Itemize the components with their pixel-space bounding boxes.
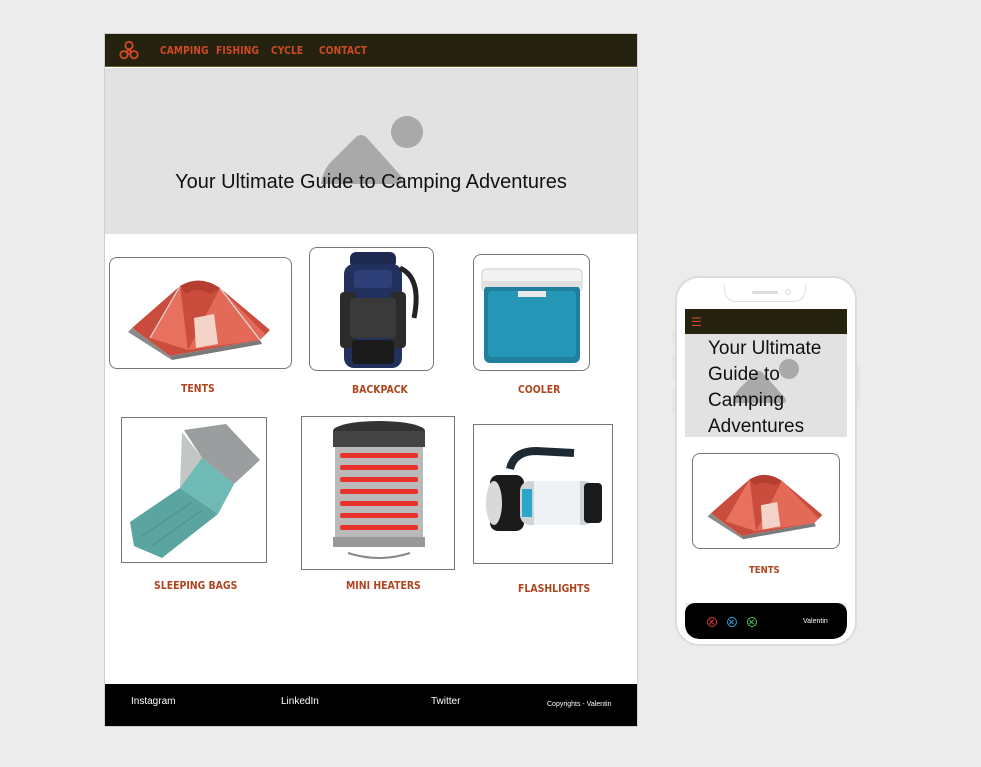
product-image-frame — [309, 247, 434, 371]
backpack-image-icon — [340, 252, 419, 368]
mobile-product-label: TENTS — [749, 565, 780, 576]
product-label: SLEEPING BAGS — [154, 579, 238, 592]
product-label: FLASHLIGHTS — [518, 582, 591, 595]
flashlight-image-icon — [486, 446, 602, 531]
nav-link-camping[interactable]: CAMPING — [160, 44, 209, 57]
product-label: BACKPACK — [352, 383, 408, 396]
sleeping-bag-image-icon — [130, 424, 260, 558]
mobile-footer: Valentin — [685, 603, 847, 639]
mobile-preview: ☰ Your Ultimate Guide to Camping Adventu… — [672, 276, 860, 646]
mobile-hero-banner: Your Ultimate Guide to Camping Adventure… — [685, 334, 847, 437]
product-label: TENTS — [181, 382, 215, 395]
product-image-frame — [473, 254, 590, 371]
mobile-footer-credit: Valentin — [803, 618, 828, 625]
phone-side-button — [672, 388, 675, 414]
tent-image-icon — [707, 474, 823, 540]
mobile-navbar: ☰ — [685, 309, 847, 334]
heater-image-icon — [333, 421, 425, 559]
footer: Instagram LinkedIn Twitter Copyrights - … — [105, 684, 637, 726]
tent-image-icon — [128, 280, 270, 360]
nav-link-contact[interactable]: CONTACT — [319, 44, 367, 57]
hero-title: Your Ultimate Guide to Camping Adventure… — [175, 171, 567, 193]
nav-link-cycle[interactable]: CYCLE — [271, 44, 303, 57]
mobile-hero-title: Your Ultimate Guide to Camping Adventure… — [708, 338, 822, 437]
biohazard-logo-icon[interactable] — [118, 40, 140, 62]
footer-copyright: Copyrights - Valentin — [547, 701, 612, 708]
mobile-product-card-tents[interactable] — [692, 453, 840, 549]
footer-link-linkedin[interactable]: LinkedIn — [281, 696, 319, 707]
phone-screen: ☰ Your Ultimate Guide to Camping Adventu… — [685, 309, 847, 639]
nav-link-fishing[interactable]: FISHING — [216, 44, 259, 57]
close-red-icon[interactable] — [707, 617, 717, 627]
product-image-frame — [121, 417, 267, 563]
mobile-product-list: TENTS — [685, 437, 847, 603]
product-image-frame — [109, 257, 292, 369]
product-image-frame — [301, 416, 455, 570]
desktop-preview: CAMPING FISHING CYCLE CONTACT Your Ultim… — [104, 33, 638, 727]
product-label: COOLER — [518, 383, 561, 396]
product-image-frame — [473, 424, 613, 564]
phone-camera — [785, 289, 791, 295]
close-green-icon[interactable] — [747, 617, 757, 627]
hero-banner: Your Ultimate Guide to Camping Adventure… — [105, 68, 637, 234]
phone-side-button — [672, 354, 675, 380]
product-label: MINI HEATERS — [346, 579, 421, 592]
phone-speaker — [752, 291, 778, 294]
top-navbar: CAMPING FISHING CYCLE CONTACT — [105, 34, 637, 67]
phone-power-button — [857, 362, 860, 402]
footer-link-twitter[interactable]: Twitter — [431, 696, 460, 707]
phone-side-button — [672, 330, 675, 344]
close-blue-icon[interactable] — [727, 617, 737, 627]
cooler-image-icon — [481, 268, 583, 363]
hamburger-menu-icon[interactable]: ☰ — [691, 316, 702, 328]
footer-link-instagram[interactable]: Instagram — [131, 696, 175, 707]
